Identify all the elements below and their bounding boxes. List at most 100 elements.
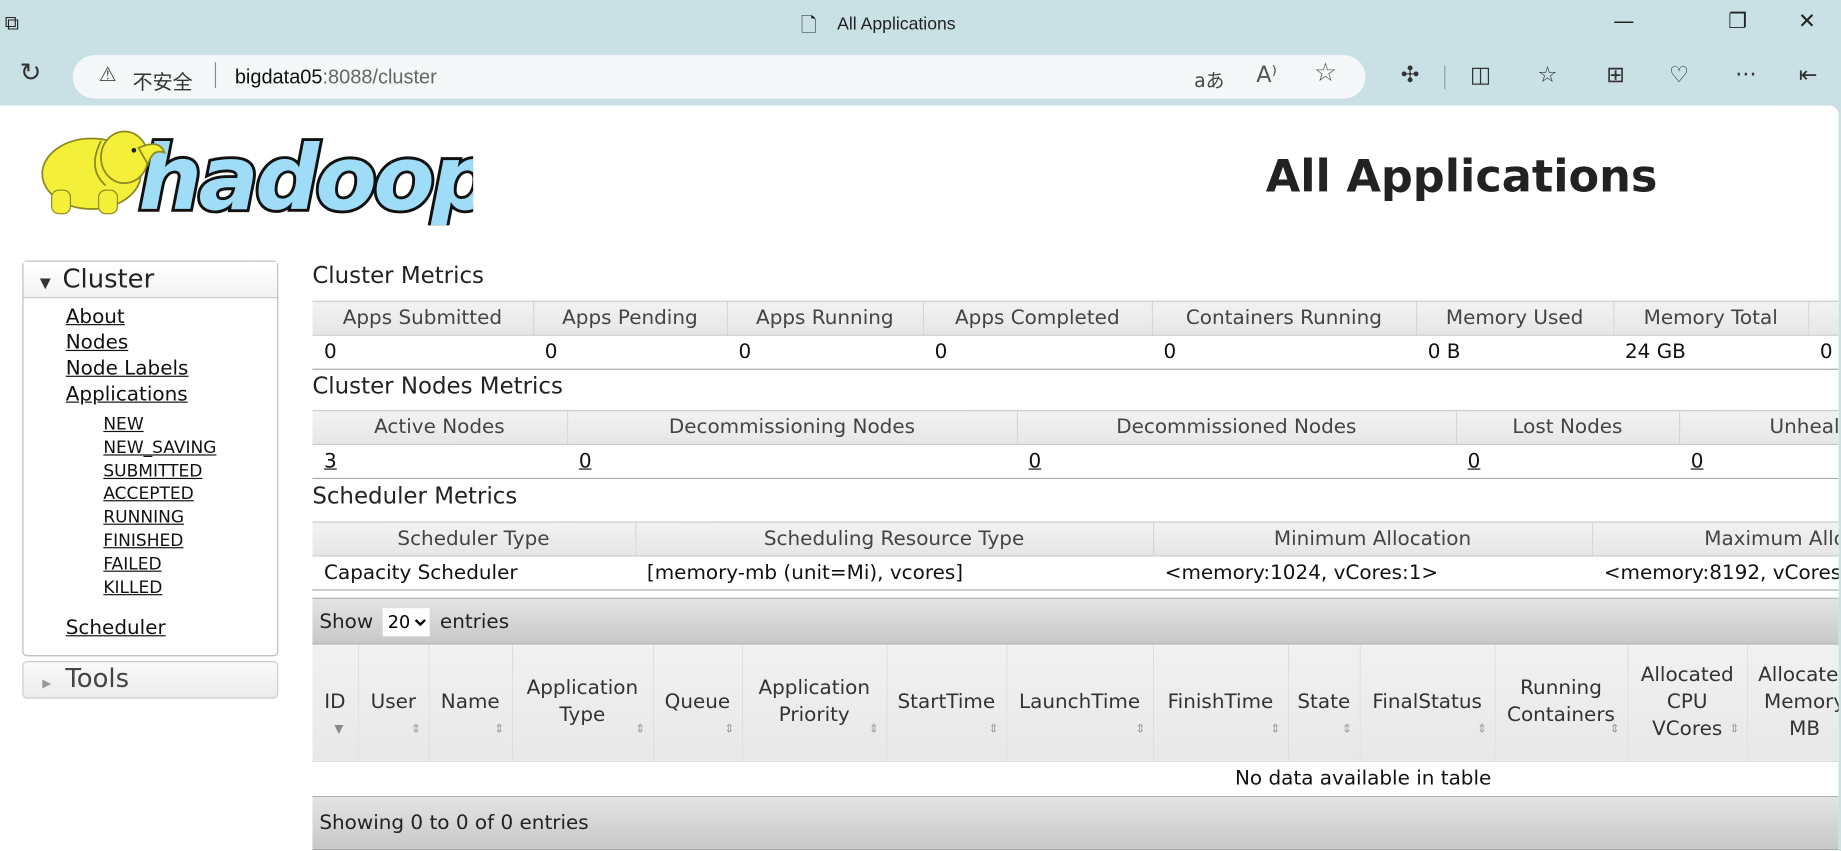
sort-both-icon[interactable]: ⇕ bbox=[869, 723, 879, 735]
app-state-accepted[interactable]: ACCEPTED bbox=[23, 484, 277, 507]
column-header-state[interactable]: State ⇕ bbox=[1287, 644, 1361, 762]
sort-both-icon[interactable]: ⇕ bbox=[635, 723, 645, 735]
metric-cell: 0 bbox=[934, 340, 948, 364]
security-label[interactable]: 不安全 bbox=[133, 66, 193, 95]
page-title: All Applications bbox=[1265, 150, 1658, 202]
sidebar-tools[interactable]: ▶ Tools bbox=[22, 661, 279, 699]
caret-right-icon: ▶ bbox=[42, 677, 52, 691]
column-header-finishtime[interactable]: FinishTime ⇕ bbox=[1152, 644, 1289, 762]
column-header: Memory Used bbox=[1415, 300, 1614, 336]
url-text[interactable]: bigdata05:8088/cluster bbox=[235, 66, 437, 89]
favorites-icon[interactable]: ☆ bbox=[1530, 62, 1565, 88]
sidebar-link-nodes[interactable]: Nodes bbox=[23, 330, 277, 356]
cluster-toggle[interactable]: ▼ Cluster bbox=[23, 261, 278, 299]
sort-both-icon[interactable]: ⇕ bbox=[1271, 723, 1281, 735]
sort-both-icon[interactable]: ⇕ bbox=[494, 723, 504, 735]
column-header-finalstatus[interactable]: FinalStatus ⇕ bbox=[1359, 644, 1496, 762]
hadoop-logo[interactable]: hadoop bbox=[21, 113, 473, 226]
app-state-new[interactable]: NEW bbox=[23, 414, 277, 437]
scheduler-metrics-title: Scheduler Metrics bbox=[312, 482, 518, 510]
page-size-select[interactable]: 20 bbox=[383, 608, 431, 637]
sidebar-link-node-labels[interactable]: Node Labels bbox=[23, 356, 277, 382]
column-header-application-priority[interactable]: Application Priority ⇕ bbox=[742, 644, 888, 762]
column-label: Name bbox=[440, 690, 500, 714]
reload-icon[interactable]: ↻ bbox=[13, 59, 48, 88]
column-header-name[interactable]: Name ⇕ bbox=[428, 644, 513, 762]
title-bar: ⧉ 🗋 All Applications — ❐ ✕ bbox=[0, 0, 1841, 50]
sort-both-icon[interactable]: ⇕ bbox=[411, 723, 421, 735]
column-header-running-containers[interactable]: Running Containers ⇕ bbox=[1494, 644, 1628, 762]
app-state-killed[interactable]: KILLED bbox=[23, 577, 277, 600]
column-label: Allocated Memory MB bbox=[1758, 663, 1839, 741]
metric-cell: <memory:1024, vCores:1> bbox=[1164, 560, 1439, 585]
column-header bbox=[1808, 300, 1839, 336]
column-label: Allocated CPU VCores bbox=[1640, 663, 1734, 741]
column-label: Running Containers bbox=[1507, 676, 1615, 728]
sort-both-icon[interactable]: ⇕ bbox=[1135, 723, 1145, 735]
browser-essentials-icon[interactable]: ♡ bbox=[1661, 62, 1696, 88]
sort-both-icon[interactable]: ⇕ bbox=[1730, 723, 1740, 735]
column-label: Queue bbox=[664, 690, 731, 714]
sidebar-icon[interactable]: ⇤ bbox=[1791, 62, 1826, 88]
collections-icon[interactable]: ⊞ bbox=[1598, 62, 1633, 88]
column-header: Maximum Allocation bbox=[1592, 521, 1839, 557]
metric-link[interactable]: 3 bbox=[324, 449, 337, 472]
column-label: LaunchTime bbox=[1019, 690, 1141, 714]
column-header: Minimum Allocation bbox=[1152, 521, 1593, 557]
read-aloud-icon[interactable]: A⁾ bbox=[1256, 62, 1277, 88]
app-state-running[interactable]: RUNNING bbox=[23, 507, 277, 530]
column-header-queue[interactable]: Queue ⇕ bbox=[652, 644, 743, 762]
close-icon[interactable]: ✕ bbox=[1789, 9, 1824, 34]
column-header-id[interactable]: ID ▼ bbox=[312, 644, 359, 762]
metric-link[interactable]: 0 bbox=[1029, 449, 1042, 472]
show-label: Show bbox=[319, 610, 374, 635]
metric-link[interactable]: 0 bbox=[1468, 449, 1481, 472]
minimize-icon[interactable]: — bbox=[1606, 9, 1641, 34]
column-header-launchtime[interactable]: LaunchTime ⇕ bbox=[1006, 644, 1154, 762]
column-header: Unhealthy Nodes bbox=[1678, 409, 1839, 445]
column-label: StartTime bbox=[897, 690, 996, 714]
sort-both-icon[interactable]: ⇕ bbox=[1610, 723, 1620, 735]
metric-cell: 0 B bbox=[1427, 340, 1461, 364]
metric-cell: 3 bbox=[312, 444, 567, 477]
address-bar[interactable]: ⚠ 不安全 bigdata05:8088/cluster aあ A⁾ ☆ bbox=[72, 55, 1366, 99]
warning-icon[interactable]: ⚠ bbox=[99, 63, 117, 86]
metric-cell: [memory-mb (unit=Mi), vcores] bbox=[646, 560, 964, 585]
split-screen-icon[interactable]: ◫ bbox=[1463, 62, 1498, 88]
column-header-allocated-cpu-vcores[interactable]: Allocated CPU VCores ⇕ bbox=[1627, 644, 1748, 762]
app-state-new-saving[interactable]: NEW_SAVING bbox=[23, 438, 277, 461]
metric-link[interactable]: 0 bbox=[1691, 449, 1704, 472]
workspaces-icon[interactable]: ⧉ bbox=[5, 12, 19, 35]
column-label: FinalStatus bbox=[1372, 690, 1482, 714]
sort-both-icon[interactable]: ⇕ bbox=[725, 723, 735, 735]
app-state-finished[interactable]: FINISHED bbox=[23, 531, 277, 554]
column-header-application-type[interactable]: Application Type ⇕ bbox=[511, 644, 654, 762]
more-icon[interactable]: ··· bbox=[1728, 62, 1763, 88]
column-header: Memory Total bbox=[1613, 300, 1809, 336]
empty-message: No data available in table bbox=[312, 760, 1839, 797]
metric-link[interactable]: 0 bbox=[579, 449, 592, 472]
address-row: ↻ ⚠ 不安全 bigdata05:8088/cluster aあ A⁾ ☆ ✣… bbox=[0, 49, 1841, 106]
divider bbox=[214, 62, 217, 89]
app-state-failed[interactable]: FAILED bbox=[23, 554, 277, 577]
column-header-allocated-memory-mb[interactable]: Allocated Memory MB⇕ bbox=[1747, 644, 1839, 762]
column-label: FinishTime bbox=[1167, 690, 1274, 714]
sort-both-icon[interactable]: ⇕ bbox=[1477, 723, 1487, 735]
translate-icon[interactable]: aあ bbox=[1194, 65, 1224, 93]
column-header-user[interactable]: User ⇕ bbox=[358, 644, 430, 762]
sidebar-link-applications[interactable]: Applications bbox=[23, 382, 277, 408]
url-path: :8088/cluster bbox=[322, 65, 437, 89]
app-state-submitted[interactable]: SUBMITTED bbox=[23, 461, 277, 484]
column-header-starttime[interactable]: StartTime ⇕ bbox=[886, 644, 1007, 762]
extensions-icon[interactable]: ✣ bbox=[1392, 62, 1427, 88]
tab-title[interactable]: All Applications bbox=[837, 14, 955, 34]
sidebar-link-about[interactable]: About bbox=[23, 304, 277, 330]
sort-both-icon[interactable]: ⇕ bbox=[1342, 723, 1352, 735]
sort-both-icon[interactable]: ⇕ bbox=[989, 723, 999, 735]
sidebar-link-scheduler[interactable]: Scheduler bbox=[23, 616, 277, 642]
sort-desc-icon[interactable]: ▼ bbox=[334, 723, 343, 735]
restore-icon[interactable]: ❐ bbox=[1720, 9, 1755, 34]
metric-cell: <memory:8192, vCores bbox=[1603, 560, 1839, 585]
metric-cell: 0 bbox=[1819, 340, 1833, 364]
favorite-star-icon[interactable]: ☆ bbox=[1314, 59, 1337, 88]
